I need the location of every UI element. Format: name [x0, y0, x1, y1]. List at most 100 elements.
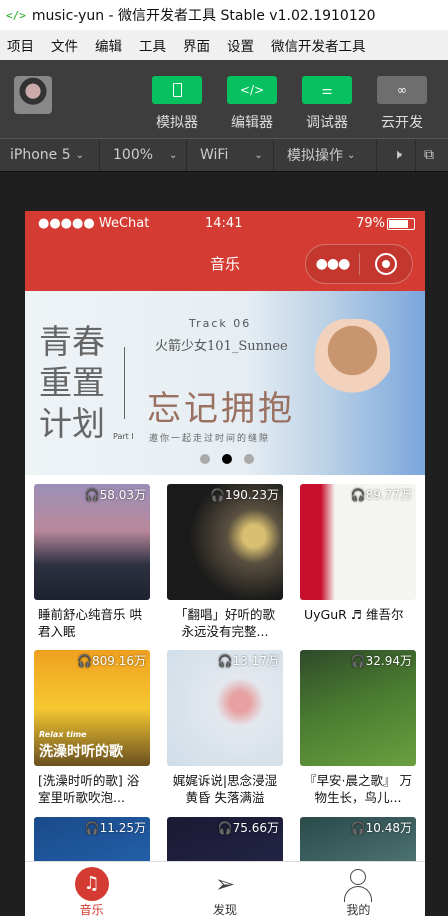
playlist-title: 娓娓诉说|思念浸湿黄昏 失落满溢: [172, 773, 278, 805]
device-select[interactable]: iPhone 5 ⌄: [0, 139, 100, 171]
debugger-label: 调试器: [306, 115, 348, 131]
play-count: 🎧11.25万: [85, 819, 146, 836]
headphones-icon: 🎧: [350, 654, 366, 668]
play-count: 🎧75.66万: [218, 819, 279, 836]
playlist-card[interactable]: 🎧89.77万 UyGuR ♬ 维吾尔: [300, 484, 416, 640]
nav-bar: 音乐 ●●●: [25, 236, 425, 291]
network-select[interactable]: WiFi ⌄: [187, 139, 274, 171]
menu-bar: 项目 文件 编辑 工具 界面 设置 微信开发者工具: [0, 30, 448, 60]
window-icon: ⧉: [424, 147, 434, 163]
tab-label: 发现: [212, 903, 237, 916]
operation-select[interactable]: 模拟操作 ⌄: [274, 139, 377, 171]
playlist-card[interactable]: 🎧190.23万「翻唱」好听的歌永远没有完整...: [167, 484, 283, 640]
play-count-value: 13.17万: [232, 654, 279, 668]
battery-icon: [387, 218, 415, 230]
banner-track: Track 06: [189, 317, 252, 330]
network-value: WiFi: [200, 147, 229, 163]
carousel-dot[interactable]: [244, 454, 254, 464]
menu-interface[interactable]: 界面: [183, 35, 210, 55]
play-count-value: 58.03万: [99, 488, 146, 502]
menu-file[interactable]: 文件: [51, 35, 78, 55]
headphones-icon: 🎧: [84, 488, 100, 502]
carrier: ●●●●● WeChat: [38, 216, 150, 231]
phone-simulator: ●●●●● WeChat 14:41 79% 音乐 ●●● 青春重置计划 Tra…: [25, 211, 425, 916]
zoom-select[interactable]: 100% ⌄: [100, 139, 187, 171]
cloud-dev-button[interactable]: ∞ 云开发: [377, 76, 427, 132]
menu-project[interactable]: 项目: [7, 35, 34, 55]
play-count: 🎧89.77万: [351, 486, 412, 503]
detach-window-button[interactable]: ⧉: [416, 139, 434, 171]
playlist-title: UyGuR ♬ 维吾尔: [304, 607, 404, 622]
editor-label: 编辑器: [231, 115, 273, 131]
carousel-dot-active[interactable]: [222, 454, 232, 464]
banner-carousel[interactable]: 青春重置计划 Track 06 火箭少女101_Sunnee 忘记拥抱 Part…: [25, 291, 425, 475]
headphones-icon: 🎧: [350, 821, 366, 835]
tab-music[interactable]: ♫ 音乐: [25, 862, 158, 916]
banner-tagline: 邀你一起走过时间的缝隙: [149, 434, 271, 444]
tab-label: 音乐: [79, 903, 104, 916]
playlist-title: 「翻唱」好听的歌永远没有完整...: [174, 607, 275, 639]
carousel-dot[interactable]: [200, 454, 210, 464]
playlist-card[interactable]: 🎧809.16万 Relax time 洗澡时听的歌 [洗澡时听的歌] 浴室里听歌吹泡…: [34, 650, 150, 806]
playlist-title: 睡前舒心纯音乐 哄君入眠: [38, 607, 142, 639]
banner-heading: 青春重置计划: [39, 322, 105, 443]
device-model: iPhone 5: [10, 147, 71, 163]
more-icon[interactable]: ●●●: [306, 256, 359, 272]
play-count-value: 190.23万: [225, 488, 279, 502]
playlist-card[interactable]: 🎧58.03万睡前舒心纯音乐 哄君入眠: [34, 484, 150, 640]
headphones-icon: 🎧: [210, 488, 225, 502]
close-miniprogram-icon[interactable]: [360, 253, 412, 275]
banner-artist: 火箭少女101_Sunnee: [155, 339, 288, 354]
page-title: 音乐: [209, 255, 240, 273]
menu-tools[interactable]: 工具: [139, 35, 166, 55]
status-time: 14:41: [205, 216, 243, 231]
headphones-icon: 🎧: [217, 654, 233, 668]
editor-button[interactable]: </> 编辑器: [227, 76, 277, 132]
code-icon: </>: [227, 76, 277, 104]
headphones-icon: 🎧: [350, 488, 366, 502]
user-icon: [292, 867, 425, 902]
app-logo-icon: </>: [6, 8, 26, 22]
chevron-down-icon: ⌄: [169, 149, 178, 161]
headphones-icon: 🎧: [217, 821, 233, 835]
cloud-link-icon: ∞: [377, 76, 427, 104]
tab-mine[interactable]: 我的: [292, 862, 425, 916]
play-count: 🎧10.48万: [351, 819, 412, 836]
speaker-icon: 🕨: [393, 147, 402, 163]
simulator-button[interactable]: 模拟器: [152, 76, 202, 132]
simulator-label: 模拟器: [156, 115, 198, 131]
phone-icon: [152, 76, 202, 104]
menu-edit[interactable]: 编辑: [95, 35, 122, 55]
paper-plane-icon: ➢: [214, 870, 236, 898]
menu-wechat-devtools[interactable]: 微信开发者工具: [271, 35, 366, 55]
debugger-button[interactable]: ⚌ 调试器: [302, 76, 352, 132]
main-toolbar: 模拟器 </> 编辑器 ⚌ 调试器 ∞ 云开发: [0, 60, 448, 138]
window-titlebar: </> music-yun - 微信开发者工具 Stable v1.02.191…: [0, 0, 448, 30]
capsule-menu: ●●●: [305, 244, 413, 284]
play-count-value: 32.94万: [365, 654, 412, 668]
window-title: music-yun - 微信开发者工具 Stable v1.02.1910120: [31, 8, 376, 24]
menu-settings[interactable]: 设置: [227, 35, 254, 55]
sliders-icon: ⚌: [302, 76, 352, 104]
play-count-value: 10.48万: [365, 821, 412, 835]
user-avatar[interactable]: [14, 76, 52, 114]
mute-button[interactable]: 🕨: [377, 139, 416, 171]
chevron-down-icon: ⌄: [254, 149, 263, 161]
tab-discover[interactable]: ➢ 发现: [158, 862, 291, 916]
playlist-card[interactable]: 🎧32.94万 『早安·晨之歌』 万物生长，鸟儿...: [300, 650, 416, 806]
play-count-value: 89.77万: [365, 488, 412, 502]
chevron-down-icon: ⌄: [75, 149, 85, 161]
play-count: 🎧58.03万: [85, 486, 146, 503]
banner-part: Part I: [113, 432, 134, 441]
headphones-icon: 🎧: [77, 654, 92, 668]
operation-label: 模拟操作: [287, 148, 343, 164]
tab-label: 我的: [346, 903, 371, 916]
playlist-title: [洗澡时听的歌] 浴室里听歌吹泡...: [38, 773, 140, 805]
cover-title: 洗澡时听的歌: [39, 744, 123, 760]
playlist-card[interactable]: 🎧13.17万娓娓诉说|思念浸湿黄昏 失落满溢: [167, 650, 283, 806]
chevron-down-icon: ⌄: [347, 149, 356, 161]
play-count: 🎧13.17万: [218, 652, 279, 669]
battery-percent: 79%: [356, 216, 385, 231]
play-count: 🎧190.23万: [210, 486, 279, 503]
tab-bar: ♫ 音乐 ➢ 发现 我的: [25, 861, 425, 916]
